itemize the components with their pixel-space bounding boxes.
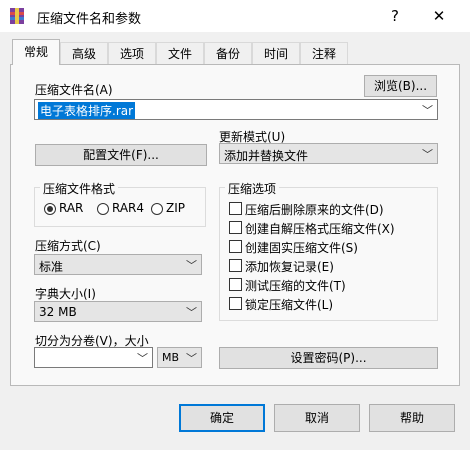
archive-name-label: 压缩文件名(A) [35, 83, 113, 97]
tab-comment[interactable]: 注释 [300, 42, 348, 64]
profiles-button[interactable]: 配置文件(F)... [35, 144, 207, 166]
tab-files[interactable]: 文件 [156, 42, 204, 64]
help-icon[interactable]: ? [372, 0, 418, 32]
tab-advanced[interactable]: 高级 [60, 42, 108, 64]
chevron-down-icon[interactable]: ﹀ [422, 102, 433, 118]
archive-name-combo[interactable]: 电子表格排序.rar ﹀ [34, 99, 438, 120]
option-sfx-checkbox[interactable] [229, 221, 242, 234]
chevron-down-icon: ﹀ [422, 148, 433, 161]
method-value: 标准 [39, 260, 64, 274]
dict-value: 32 MB [39, 305, 77, 319]
close-icon[interactable]: ✕ [416, 0, 462, 32]
option-test-checkbox[interactable] [229, 278, 242, 291]
window-title: 压缩文件名和参数 [37, 12, 142, 27]
option-delete-after-label[interactable]: 压缩后删除原来的文件(D) [245, 201, 384, 218]
ok-button[interactable]: 确定 [179, 404, 265, 432]
chevron-down-icon: ﹀ [186, 259, 197, 272]
method-label: 压缩方式(C) [35, 239, 101, 253]
format-rar-label: RAR [59, 201, 84, 215]
option-test-label[interactable]: 测试压缩的文件(T) [245, 277, 346, 294]
tab-options[interactable]: 选项 [108, 42, 156, 64]
method-select[interactable]: 标准 ﹀ [34, 254, 202, 275]
help-button[interactable]: 帮助 [369, 404, 455, 432]
update-mode-value: 添加并替换文件 [224, 149, 309, 163]
dict-select[interactable]: 32 MB ﹀ [34, 301, 202, 322]
tab-time[interactable]: 时间 [252, 42, 300, 64]
split-unit-value: MB [162, 351, 180, 364]
option-lock-label[interactable]: 锁定压缩文件(L) [245, 296, 333, 313]
option-recovery-label[interactable]: 添加恢复记录(E) [245, 258, 334, 275]
browse-button[interactable]: 浏览(B)... [364, 75, 437, 97]
chevron-down-icon: ﹀ [186, 306, 197, 319]
split-size-combo[interactable]: ﹀ [34, 347, 153, 368]
split-unit-select[interactable]: MB ﹀ [157, 347, 202, 368]
option-solid-checkbox[interactable] [229, 240, 242, 253]
set-password-button[interactable]: 设置密码(P)... [219, 347, 438, 369]
format-radio-rar4[interactable] [97, 203, 109, 215]
format-radio-zip[interactable] [151, 203, 163, 215]
option-solid-label[interactable]: 创建固实压缩文件(S) [245, 239, 358, 256]
tab-general[interactable]: 常规 [12, 39, 60, 65]
option-sfx-label[interactable]: 创建自解压格式压缩文件(X) [245, 220, 395, 237]
winrar-icon [8, 7, 26, 25]
archive-name-input[interactable]: 电子表格排序.rar [38, 102, 136, 119]
format-group-title: 压缩文件格式 [40, 180, 119, 197]
dict-label: 字典大小(I) [35, 287, 96, 301]
update-mode-select[interactable]: 添加并替换文件 ﹀ [219, 143, 438, 164]
cancel-button[interactable]: 取消 [274, 404, 360, 432]
format-rar4-label: RAR4 [112, 201, 145, 215]
tab-backup[interactable]: 备份 [204, 42, 252, 64]
option-delete-after-checkbox[interactable] [229, 202, 242, 215]
options-group-title: 压缩选项 [225, 180, 280, 197]
chevron-down-icon[interactable]: ﹀ [137, 350, 148, 366]
format-radio-rar[interactable] [44, 203, 56, 215]
option-lock-checkbox[interactable] [229, 297, 242, 310]
chevron-down-icon: ﹀ [186, 352, 197, 365]
option-recovery-checkbox[interactable] [229, 259, 242, 272]
format-zip-label: ZIP [166, 201, 185, 215]
